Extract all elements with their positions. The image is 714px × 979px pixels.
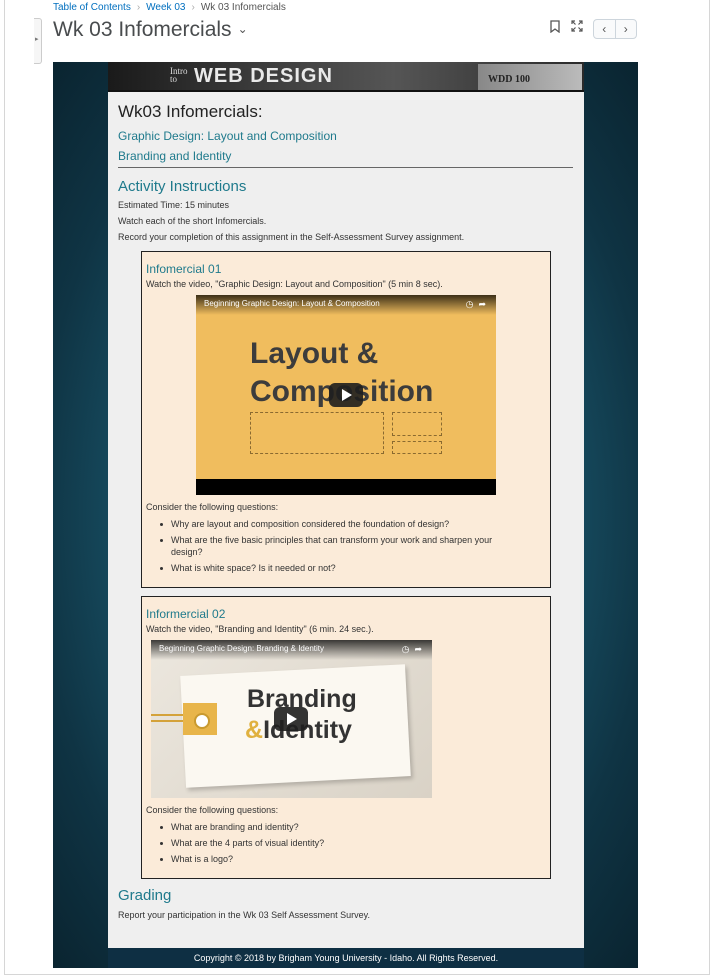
breadcrumb-current: Wk 03 Infomercials: [200, 2, 286, 13]
breadcrumb-table-of-contents[interactable]: Table of Contents: [53, 2, 131, 13]
questions-intro: Consider the following questions:: [146, 502, 279, 512]
page-title: Wk 03 Infomercials: [53, 18, 232, 41]
share-icon[interactable]: ➦: [414, 644, 422, 654]
breadcrumb-separator: ›: [191, 2, 195, 13]
link-layout-composition[interactable]: Graphic Design: Layout and Composition: [118, 129, 337, 143]
question-item: What is white space? Is it needed or not…: [160, 562, 501, 574]
layout-wireframe-block: [392, 412, 442, 436]
share-icon[interactable]: ➦: [478, 299, 486, 309]
chevron-left-icon[interactable]: ‹: [594, 20, 615, 38]
link-branding-identity[interactable]: Branding and Identity: [118, 149, 231, 163]
grading-text: Report your participation in the Wk 03 S…: [118, 910, 370, 920]
video-text-line1: Layout &: [250, 337, 379, 370]
video-control-bar: [196, 479, 496, 495]
breadcrumb-week[interactable]: Week 03: [146, 2, 185, 13]
content-page: Intro to WEB DESIGN WDD 100 Wk03 Infomer…: [108, 62, 584, 968]
infomercial-description: Watch the video, "Branding and Identity"…: [146, 624, 374, 634]
side-panel-toggle[interactable]: ▸: [34, 18, 42, 64]
course-banner: Intro to WEB DESIGN WDD 100: [108, 62, 584, 92]
layout-wireframe-block: [392, 441, 442, 454]
watch-later-icon[interactable]: ◷: [466, 299, 474, 309]
video-icons: ◷ ➦: [466, 299, 486, 310]
video-title: Beginning Graphic Design: Branding & Ide…: [159, 644, 324, 653]
video-player-layout-composition[interactable]: Layout & Composition Beginning Graphic D…: [196, 295, 496, 495]
questions-list: What are branding and identity? What are…: [160, 821, 501, 869]
content-stage: Intro to WEB DESIGN WDD 100 Wk03 Infomer…: [53, 62, 638, 968]
play-button[interactable]: [329, 383, 363, 407]
tag-string: [151, 714, 185, 722]
grading-heading: Grading: [118, 887, 172, 904]
questions-list: Why are layout and composition considere…: [160, 518, 501, 578]
banner-intro: Intro to: [170, 66, 188, 84]
instruction-time: Estimated Time: 15 minutes: [118, 200, 230, 210]
activity-instructions-heading: Activity Instructions: [118, 178, 247, 195]
infomercial-01-box: Infomercial 01 Watch the video, "Graphic…: [141, 251, 551, 588]
question-item: What are branding and identity?: [160, 821, 501, 833]
infomercial-title: Infomercial 01: [146, 262, 222, 276]
watch-later-icon[interactable]: ◷: [402, 644, 410, 654]
bookmark-icon[interactable]: [550, 20, 560, 36]
layout-wireframe-block: [250, 412, 384, 454]
breadcrumb: Table of Contents › Week 03 › Wk 03 Infomerc…: [53, 2, 286, 13]
question-item: What are the five basic principles that …: [160, 534, 501, 558]
banner-title: WEB DESIGN: [194, 65, 333, 87]
copyright-footer: Copyright © 2018 by Brigham Young Univer…: [108, 948, 584, 968]
questions-intro: Consider the following questions:: [146, 805, 279, 815]
video-text-ampersand: &: [245, 716, 264, 744]
play-button[interactable]: [274, 707, 308, 731]
video-title: Beginning Graphic Design: Layout & Compo…: [204, 299, 380, 308]
instruction-watch: Watch each of the short Infomercials.: [118, 216, 267, 226]
infomercial-description: Watch the video, "Graphic Design: Layout…: [146, 279, 443, 289]
question-item: Why are layout and composition considere…: [160, 518, 501, 530]
divider: [118, 167, 573, 168]
topic-title-dropdown[interactable]: Wk 03 Infomercials ⌄: [53, 18, 248, 42]
infomercial-title: Informercial 02: [146, 607, 226, 621]
tag-gold-label: [183, 703, 217, 735]
chevron-down-icon: ⌄: [237, 22, 248, 36]
page-heading: Wk03 Infomercials:: [118, 102, 263, 121]
chevron-right-icon: ▸: [35, 36, 39, 43]
video-player-branding-identity[interactable]: Branding &Identity Beginning Graphic Des…: [151, 640, 432, 798]
fullscreen-icon[interactable]: [571, 20, 583, 35]
instruction-record: Record your completion of this assignmen…: [118, 232, 465, 242]
infomercial-02-box: Informercial 02 Watch the video, "Brandi…: [141, 596, 551, 879]
chevron-right-icon[interactable]: ›: [614, 20, 637, 38]
question-item: What are the 4 parts of visual identity?: [160, 837, 501, 849]
question-item: What is a logo?: [160, 853, 501, 865]
breadcrumb-separator: ›: [136, 2, 141, 13]
video-icons: ◷ ➦: [402, 644, 422, 655]
banner-course-code: WDD 100: [488, 74, 530, 85]
topic-navigation: ‹ ›: [593, 19, 637, 39]
